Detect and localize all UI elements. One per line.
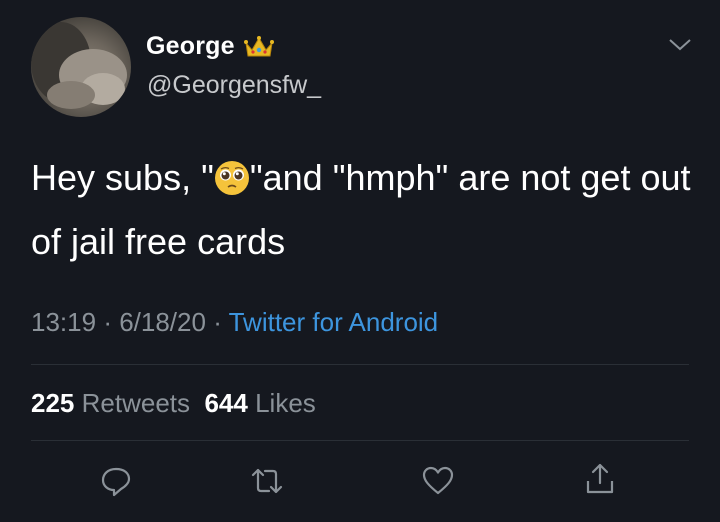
retweets-stat[interactable]: 225 Retweets — [31, 388, 190, 418]
likes-stat[interactable]: 644 Likes — [204, 388, 315, 418]
chevron-down-icon[interactable] — [667, 36, 693, 54]
pleading-face-icon — [214, 152, 250, 195]
divider — [31, 364, 689, 365]
retweets-label: Retweets — [81, 388, 191, 418]
retweets-count: 225 — [31, 388, 75, 418]
display-name[interactable]: George — [146, 32, 274, 61]
likes-count: 644 — [204, 388, 248, 418]
likes-label: Likes — [255, 388, 316, 418]
tweet-stats: 225 Retweets 644 Likes — [31, 388, 316, 419]
crown-icon — [243, 35, 274, 59]
meta-separator: · — [213, 307, 229, 337]
retweet-icon[interactable] — [250, 464, 284, 498]
avatar[interactable] — [31, 17, 131, 117]
tweet-text-part1: Hey subs, " — [31, 157, 214, 198]
tweet-meta: 13:19 · 6/18/20 · Twitter for Android — [31, 307, 438, 338]
meta-separator: · — [103, 307, 120, 337]
like-icon[interactable] — [421, 464, 455, 498]
divider — [31, 440, 689, 441]
display-name-text[interactable]: George — [146, 32, 235, 61]
tweet-text: Hey subs, " "and "hmph" are not get out … — [31, 146, 691, 274]
user-handle[interactable]: @Georgensfw_ — [147, 71, 321, 100]
tweet-time[interactable]: 13:19 — [31, 307, 96, 337]
tweet-date[interactable]: 6/18/20 — [119, 307, 206, 337]
tweet-source-link[interactable]: Twitter for Android — [229, 307, 439, 337]
share-icon[interactable] — [583, 462, 617, 496]
reply-icon[interactable] — [99, 464, 133, 498]
action-bar — [0, 462, 720, 502]
